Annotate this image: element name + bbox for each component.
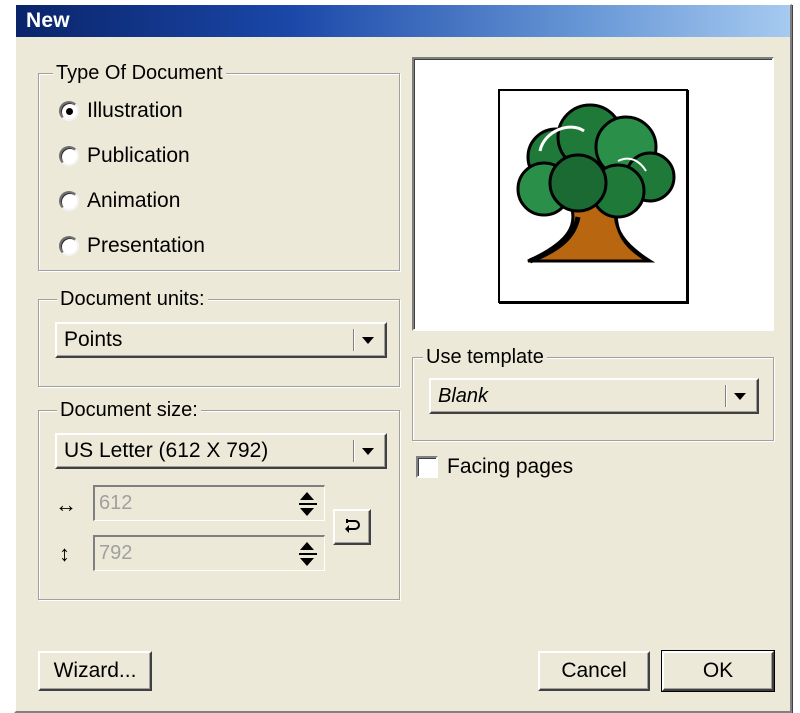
spin-down-icon[interactable] [300,507,314,516]
swap-orientation-button[interactable] [333,509,371,545]
document-size-value: US Letter (612 X 792) [64,439,269,462]
chevron-down-icon[interactable] [362,447,374,455]
document-units-dropdown[interactable]: Points [55,322,387,358]
dropdown-separator [353,329,354,351]
width-value[interactable]: 612 [95,492,297,515]
document-size-legend: Document size: [57,398,201,422]
preview-page [498,89,688,303]
use-template-legend: Use template [423,345,547,369]
radio-label: Animation [87,189,181,212]
document-units-value: Points [64,328,123,351]
radio-button[interactable] [59,191,79,211]
radio-illustration[interactable]: Illustration [59,96,183,126]
radio-button[interactable] [59,101,79,121]
radio-label: Presentation [87,234,205,257]
spin-up-icon[interactable] [300,491,314,500]
document-units-group: Document units: Points [38,287,400,387]
document-preview [412,57,774,331]
width-spinner[interactable] [297,490,319,518]
new-document-dialog: New Type Of Document Illustration Public… [14,4,792,713]
height-stepper[interactable]: 792 [93,535,325,571]
document-size-group: Document size: US Letter (612 X 792) ↔ 6… [38,398,400,600]
type-of-document-group: Type Of Document Illustration Publicatio… [38,61,400,271]
checkbox-box[interactable] [416,456,438,478]
facing-pages-checkbox[interactable]: Facing pages [416,455,573,479]
spin-up-icon[interactable] [300,541,314,550]
radio-selected-dot [65,107,73,115]
use-template-group: Use template Blank [412,345,774,441]
height-arrows-icon: ↕ [59,541,70,566]
rotate-icon [345,519,360,533]
document-units-legend: Document units: [57,287,208,311]
dropdown-separator [725,385,726,407]
height-value[interactable]: 792 [95,542,297,565]
type-of-document-legend: Type Of Document [53,61,226,85]
radio-presentation[interactable]: Presentation [59,231,205,261]
facing-pages-label: Facing pages [447,455,574,478]
template-value: Blank [438,384,489,407]
height-spinner[interactable] [297,540,319,568]
window-title: New [26,9,70,32]
document-size-dropdown[interactable]: US Letter (612 X 792) [55,433,387,469]
width-stepper[interactable]: 612 [93,485,325,521]
radio-publication[interactable]: Publication [59,141,190,171]
cancel-button[interactable]: Cancel [538,651,650,691]
radio-button[interactable] [59,146,79,166]
radio-label: Publication [87,144,190,167]
wizard-button[interactable]: Wizard... [38,651,152,691]
ok-button[interactable]: OK [661,650,775,692]
width-arrows-icon: ↔ [55,492,77,517]
radio-button[interactable] [59,236,79,256]
spin-down-icon[interactable] [300,557,314,566]
title-bar[interactable]: New [16,5,790,37]
dropdown-separator [353,440,354,462]
radio-label: Illustration [87,99,183,122]
chevron-down-icon[interactable] [362,336,374,344]
template-dropdown[interactable]: Blank [429,378,759,414]
radio-animation[interactable]: Animation [59,186,180,216]
tree-icon [516,103,676,264]
chevron-down-icon[interactable] [734,392,746,400]
spin-divider [299,502,317,505]
spin-divider [299,552,317,555]
